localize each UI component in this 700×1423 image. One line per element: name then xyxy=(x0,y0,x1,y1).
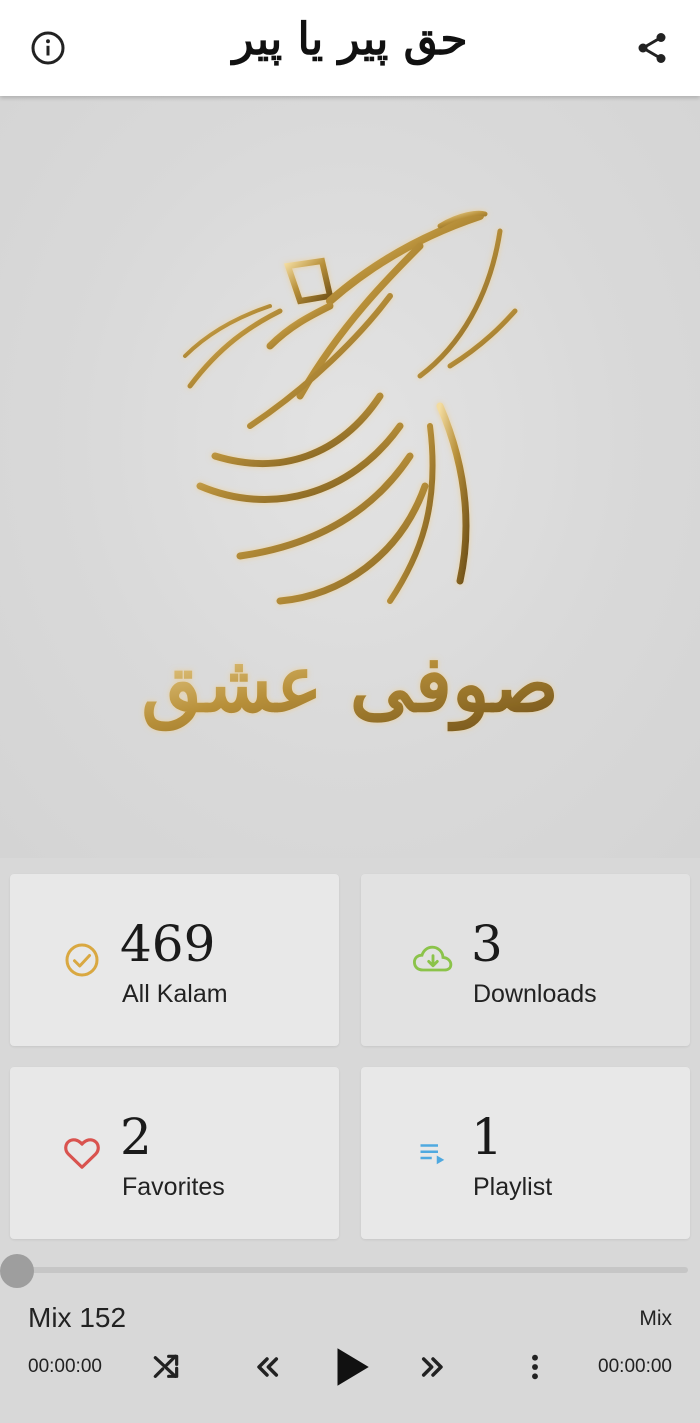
favorites-card[interactable]: 2 Favorites xyxy=(10,1067,339,1239)
rewind-icon xyxy=(257,1357,279,1377)
downloads-card[interactable]: 3 Downloads xyxy=(361,874,690,1046)
seek-track xyxy=(16,1267,688,1273)
track-title: Mix 152 xyxy=(28,1302,127,1333)
seek-bar[interactable] xyxy=(0,1254,700,1288)
next-button[interactable] xyxy=(408,1342,458,1392)
app-bar: حق پیر یا پیر xyxy=(0,0,700,96)
all-kalam-card[interactable]: 469 All Kalam xyxy=(10,874,339,1046)
seek-thumb[interactable] xyxy=(0,1254,34,1288)
more-vertical-icon xyxy=(532,1354,538,1380)
hero-calligraphy: صوفی عشق xyxy=(141,639,558,732)
heart-icon xyxy=(62,1133,102,1173)
share-button[interactable] xyxy=(630,26,674,70)
track-tag: Mix xyxy=(639,1307,672,1330)
elapsed-time: 00:00:00 xyxy=(28,1356,102,1377)
playlist-card[interactable]: 1 Playlist xyxy=(361,1067,690,1239)
check-circle-icon xyxy=(62,940,102,980)
previous-button[interactable] xyxy=(242,1342,292,1392)
play-icon xyxy=(337,1348,369,1386)
total-time: 00:00:00 xyxy=(598,1356,672,1377)
cloud-download-icon xyxy=(413,940,453,980)
fast-forward-icon xyxy=(421,1357,443,1377)
playlist-count: 1 xyxy=(471,1108,503,1166)
shuffle-icon xyxy=(153,1354,179,1378)
play-button[interactable] xyxy=(318,1335,382,1399)
app-title: حق پیر یا پیر xyxy=(232,14,468,65)
favorites-count: 2 xyxy=(120,1108,152,1166)
share-icon xyxy=(638,33,666,63)
playlist-icon xyxy=(413,1133,453,1173)
all-kalam-count: 469 xyxy=(120,915,216,973)
hero-artwork: صوفی عشق xyxy=(0,96,700,858)
more-options-button[interactable] xyxy=(510,1342,560,1392)
whirling-dervish-logo: صوفی عشق xyxy=(141,210,559,732)
playlist-label: Playlist xyxy=(473,1173,553,1201)
downloads-label: Downloads xyxy=(473,980,597,1008)
shuffle-button[interactable] xyxy=(141,1342,191,1392)
favorites-label: Favorites xyxy=(122,1173,225,1201)
downloads-count: 3 xyxy=(471,915,503,973)
all-kalam-label: All Kalam xyxy=(122,980,228,1008)
